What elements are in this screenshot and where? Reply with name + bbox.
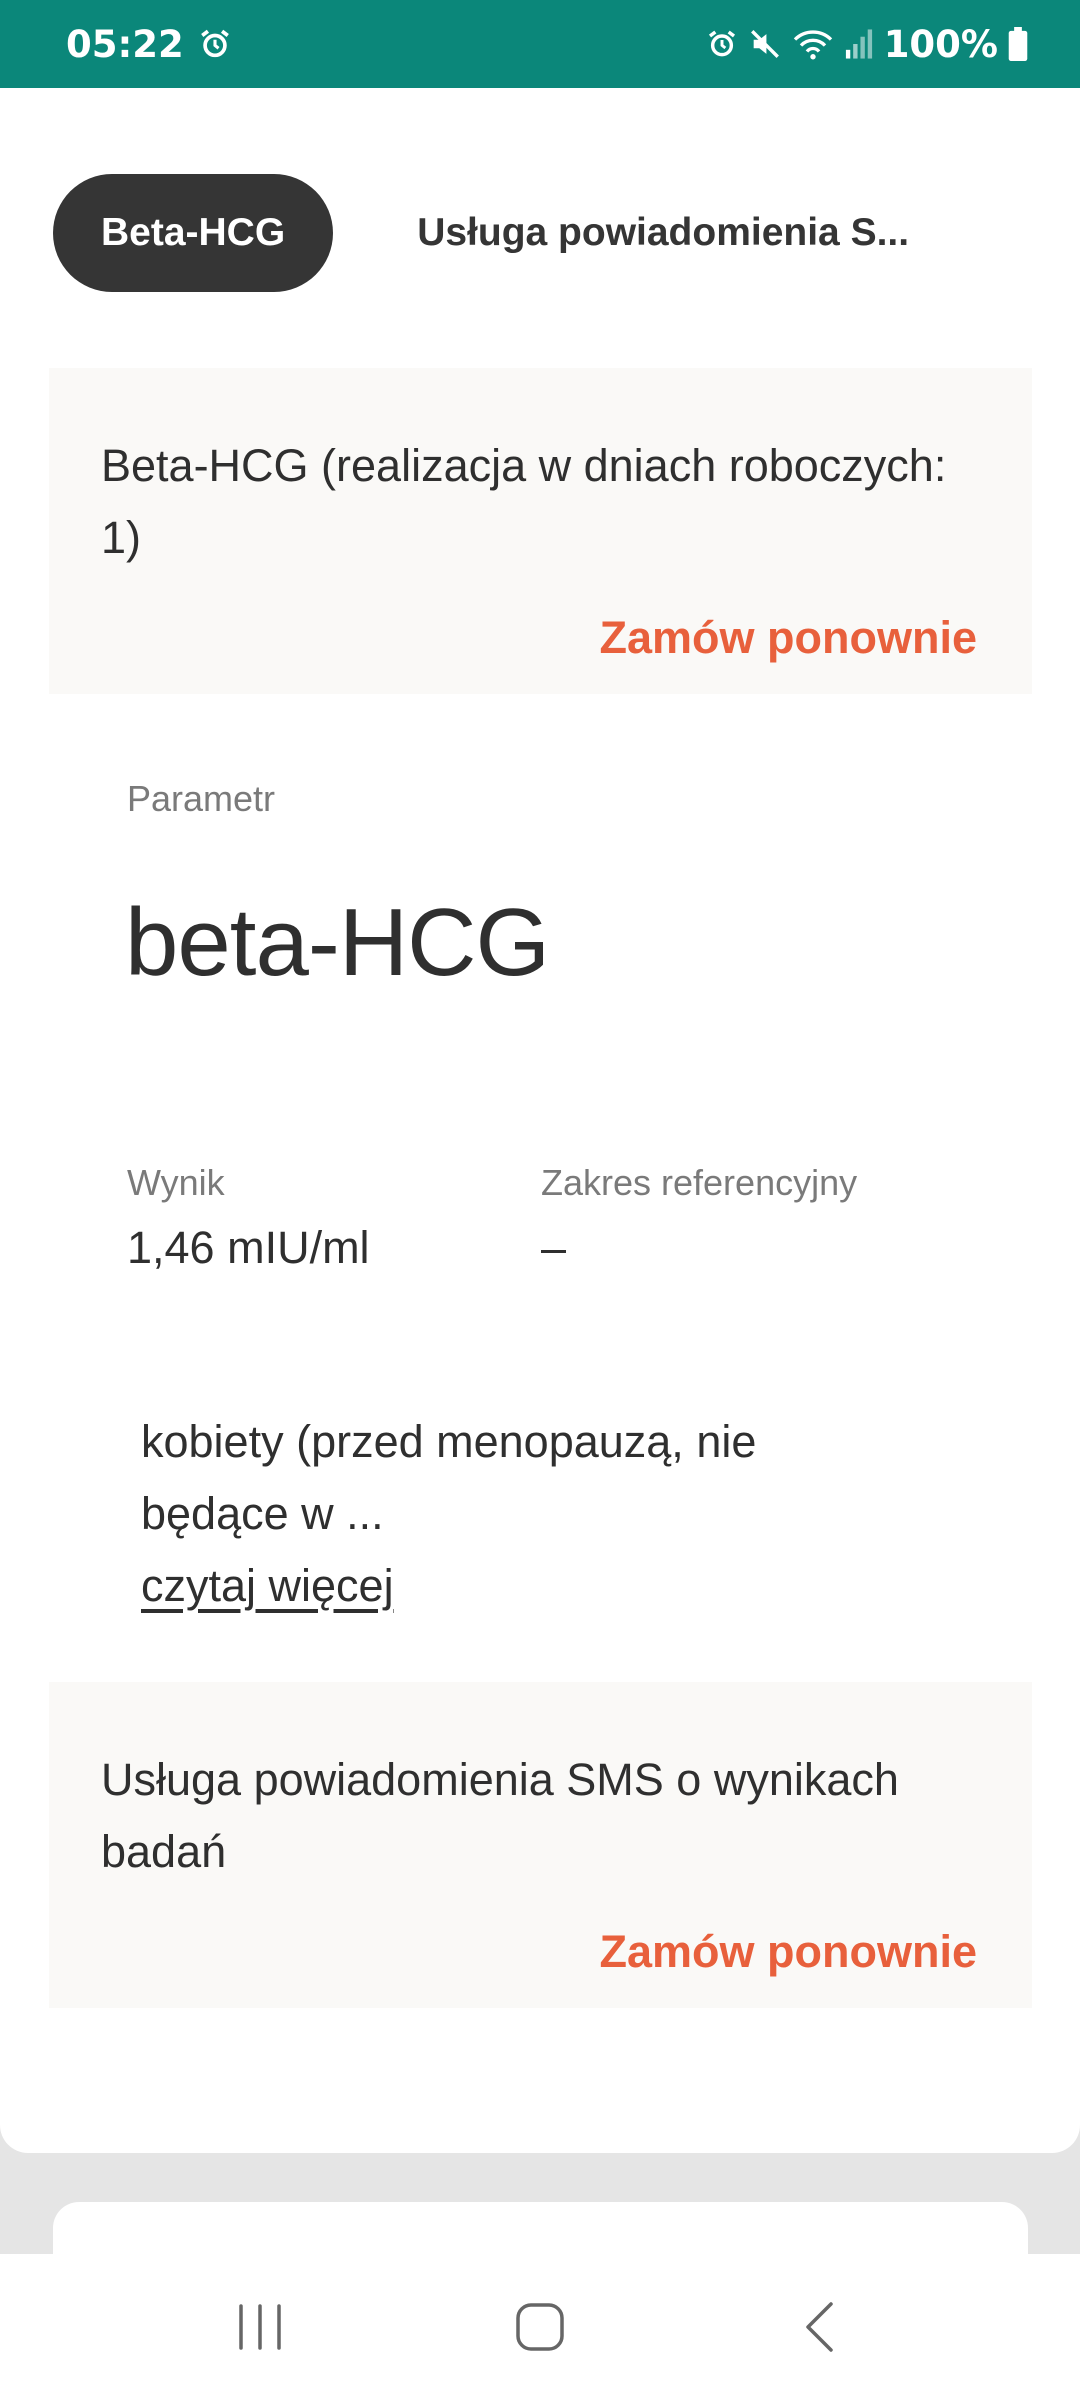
reference-column: Zakres referencyjny – — [541, 1162, 857, 1274]
reference-label: Zakres referencyjny — [541, 1162, 858, 1203]
order-item-beta-hcg: Beta-HCG (realizacja w dniach roboczych:… — [49, 368, 1032, 694]
home-icon[interactable] — [480, 2277, 600, 2377]
order-title: Usługa powiadomienia SMS o wynikach bada… — [101, 1754, 899, 1877]
test-tabs: Beta-HCG Usługa powiadomienia S... — [53, 174, 909, 292]
recent-apps-icon[interactable] — [200, 2277, 320, 2377]
order-item-sms-notification: Usługa powiadomienia SMS o wynikach bada… — [49, 1682, 1032, 2008]
result-value: 1,46 mIU/ml — [127, 1222, 370, 1273]
result-label: Wynik — [127, 1162, 225, 1203]
alarm-icon — [706, 28, 738, 60]
parameter-label: Parametr — [127, 778, 276, 819]
status-time: 05:22 — [66, 22, 184, 66]
mute-icon — [748, 27, 782, 61]
parameter-name: beta-HCG — [125, 889, 550, 996]
tab-beta-hcg[interactable]: Beta-HCG — [53, 174, 334, 292]
signal-icon — [844, 28, 874, 60]
alarm-icon — [198, 27, 232, 61]
navigation-bar — [0, 2254, 1080, 2400]
reorder-button[interactable]: Zamów ponownie — [600, 1926, 978, 1978]
result-column: Wynik 1,46 mIU/ml — [127, 1162, 370, 1274]
reference-note: kobiety (przed menopauzą, nie będące w .… — [141, 1406, 901, 1622]
status-left: 05:22 — [66, 23, 232, 66]
battery-icon — [1008, 27, 1028, 61]
wifi-icon — [792, 27, 834, 61]
order-details-card: Beta-HCG Usługa powiadomienia S... Beta-… — [0, 88, 1080, 2153]
reference-value: – — [541, 1222, 567, 1273]
status-right: 100% — [706, 23, 1028, 66]
read-more-link[interactable]: czytaj więcej — [141, 1550, 394, 1622]
note-text: kobiety (przed menopauzą, nie będące w .… — [141, 1416, 757, 1539]
reorder-button[interactable]: Zamów ponownie — [600, 612, 978, 664]
order-title: Beta-HCG (realizacja w dniach roboczych:… — [101, 440, 947, 563]
tab-sms-notification[interactable]: Usługa powiadomienia S... — [417, 174, 909, 292]
battery-percent: 100% — [883, 22, 998, 66]
status-bar: 05:22 100% — [0, 0, 1080, 88]
back-icon[interactable] — [760, 2277, 880, 2377]
